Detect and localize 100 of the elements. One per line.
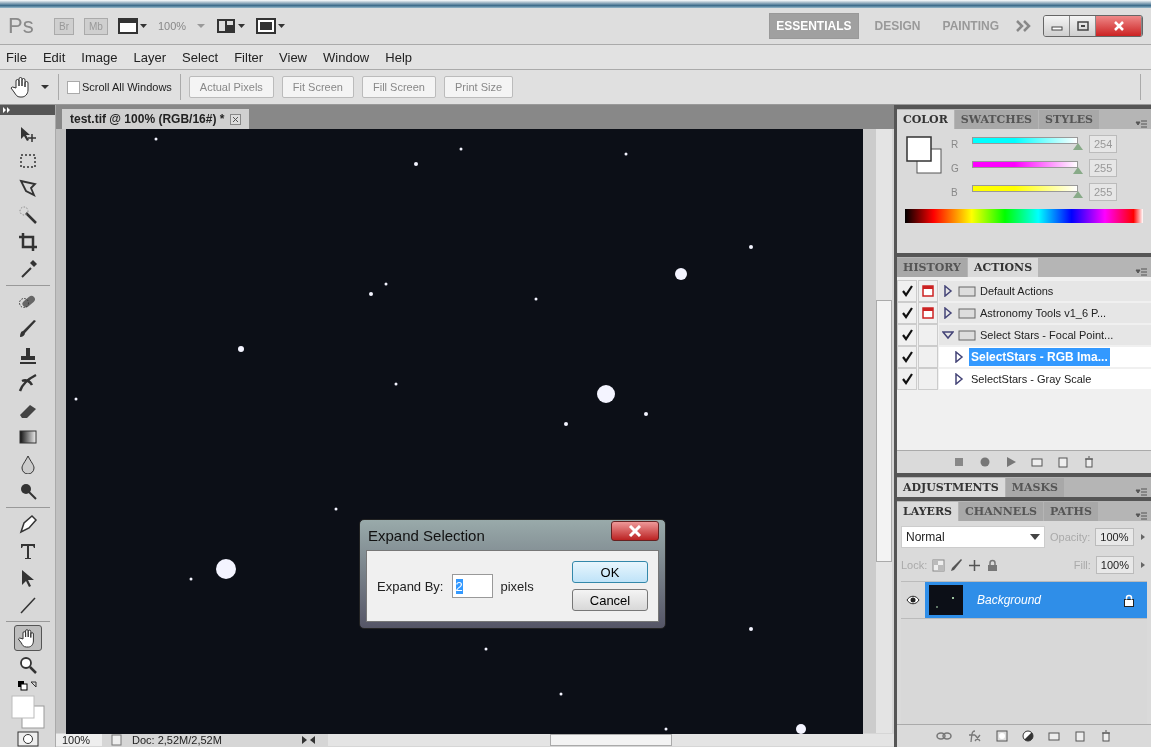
expand-arrow-icon[interactable]: [942, 285, 954, 297]
expand-arrow-icon[interactable]: [953, 351, 965, 363]
action-set-item[interactable]: Default Actions: [939, 281, 1151, 301]
dialog-toggle[interactable]: [918, 324, 938, 346]
eye-icon: [906, 595, 920, 605]
checkerboard-icon[interactable]: [932, 558, 946, 572]
caret-icon[interactable]: [40, 83, 50, 91]
document-size: Doc: 2,52M/2,52M: [132, 734, 223, 746]
menu-item[interactable]: Window: [323, 49, 370, 65]
dialog-toggle[interactable]: [918, 280, 938, 302]
ok-button[interactable]: OK: [572, 561, 648, 583]
record-icon[interactable]: [979, 456, 991, 468]
page-icon: [110, 734, 124, 746]
menu-icon[interactable]: [1135, 487, 1147, 497]
slider-thumb[interactable]: [1072, 143, 1083, 150]
menu-item[interactable]: File: [6, 49, 27, 65]
new-item-icon[interactable]: [1074, 730, 1086, 742]
dialog-toggle[interactable]: [918, 368, 938, 390]
menu-item[interactable]: Select: [182, 49, 219, 65]
menu-icon[interactable]: [1135, 119, 1147, 129]
menu-item[interactable]: Help: [385, 49, 412, 65]
line-icon: [17, 595, 38, 615]
color-spectrum[interactable]: [905, 209, 1143, 223]
trash-icon[interactable]: [1100, 730, 1112, 742]
restore-icon: [1076, 21, 1089, 31]
app-logo: Ps: [8, 13, 35, 39]
toggle-checkbox[interactable]: [897, 302, 917, 324]
menu-icon[interactable]: [1135, 511, 1147, 521]
collapse-icon[interactable]: [3, 107, 11, 113]
folder-icon[interactable]: [1031, 456, 1043, 468]
close-button[interactable]: [611, 521, 659, 541]
cancel-button[interactable]: Cancel: [572, 589, 648, 611]
maximize-button[interactable]: [1070, 16, 1096, 36]
menu-item[interactable]: Edit: [42, 49, 66, 65]
double-chevron-icon[interactable]: [1015, 19, 1033, 33]
color-swap-icon[interactable]: [15, 679, 40, 693]
move-icon[interactable]: [968, 558, 982, 572]
expand-arrow-icon[interactable]: [942, 307, 954, 319]
blend-mode-dropdown[interactable]: Normal: [901, 526, 1045, 548]
brush-stroke-icon: [17, 373, 38, 393]
layout-icon[interactable]: [216, 17, 247, 35]
close-button[interactable]: [1096, 16, 1142, 36]
checkbox[interactable]: [67, 80, 80, 94]
menu-item[interactable]: Layer: [133, 49, 167, 65]
hand-icon[interactable]: [10, 76, 32, 98]
tool-button[interactable]: [13, 625, 42, 651]
expand-arrow-icon[interactable]: [942, 329, 954, 341]
toggle-checkbox[interactable]: [897, 346, 917, 368]
fill-field[interactable]: 100%: [1095, 556, 1134, 574]
caret-icon[interactable]: [1138, 533, 1147, 541]
menu-icon[interactable]: [1135, 267, 1147, 277]
gradient-icon: [17, 427, 38, 447]
checkbox-label: Scroll All Windows: [82, 81, 172, 93]
minimize-button[interactable]: [1044, 16, 1070, 36]
panel-tab[interactable]: ADJUSTMENTS: [897, 478, 1005, 497]
menu-item[interactable]: Filter: [234, 49, 264, 65]
trash-icon[interactable]: [1083, 456, 1095, 468]
color-swatches-icon[interactable]: [9, 694, 46, 730]
dialog-icon: [922, 285, 934, 297]
channel-label: G: [951, 162, 960, 174]
mask-icon[interactable]: [996, 730, 1008, 742]
dialog-icon: [922, 307, 934, 319]
action-set-item[interactable]: Astronomy Tools v1_6 P...: [939, 303, 1151, 323]
vertical-scrollbar[interactable]: [876, 129, 892, 733]
checkmark-icon: [901, 329, 913, 341]
caret-icon: [1030, 534, 1040, 540]
play-icon[interactable]: [1005, 456, 1017, 468]
document-tab[interactable]: test.tif @ 100% (RGB/16#) *: [62, 109, 250, 129]
caret-icon[interactable]: [1139, 561, 1147, 569]
opacity-field[interactable]: 100%: [1095, 528, 1134, 546]
dialog-toggle[interactable]: [918, 302, 938, 324]
fx-icon[interactable]: [966, 729, 982, 743]
lasso-icon: [17, 178, 38, 198]
toggle-checkbox[interactable]: [897, 324, 917, 346]
stamp-icon: [17, 346, 38, 366]
new-item-icon[interactable]: [1057, 456, 1069, 468]
crop-icon: [17, 232, 38, 252]
layer-name: Background: [977, 593, 1043, 607]
brush-icon[interactable]: [950, 558, 964, 572]
quick-mask-icon[interactable]: [16, 731, 39, 747]
panel-tab[interactable]: ACTIONS: [967, 258, 1039, 277]
lock-icon[interactable]: [986, 558, 1000, 572]
stop-icon[interactable]: [953, 456, 965, 468]
toggle-checkbox[interactable]: [897, 368, 917, 390]
folder-icon[interactable]: [1048, 730, 1060, 742]
close-icon[interactable]: [230, 113, 242, 125]
menu-item[interactable]: View: [279, 49, 307, 65]
action-set-item[interactable]: Select Stars - Focal Point...: [939, 325, 1151, 345]
horizontal-scrollbar[interactable]: [328, 734, 894, 746]
link-icon[interactable]: [936, 730, 952, 742]
color-swatches-icon[interactable]: [905, 135, 945, 177]
half-circle-icon[interactable]: [1022, 730, 1034, 742]
dialog-title: Expand Selection: [368, 526, 485, 544]
screen-mode-icon[interactable]: [256, 17, 287, 35]
dialog-toggle[interactable]: [918, 346, 938, 368]
menu-item[interactable]: Image: [81, 49, 118, 65]
expand-arrow-icon[interactable]: [953, 373, 965, 385]
panel-tab[interactable]: COLOR: [897, 110, 954, 129]
toggle-checkbox[interactable]: [897, 280, 917, 302]
panel-tab[interactable]: LAYERS: [897, 502, 959, 521]
